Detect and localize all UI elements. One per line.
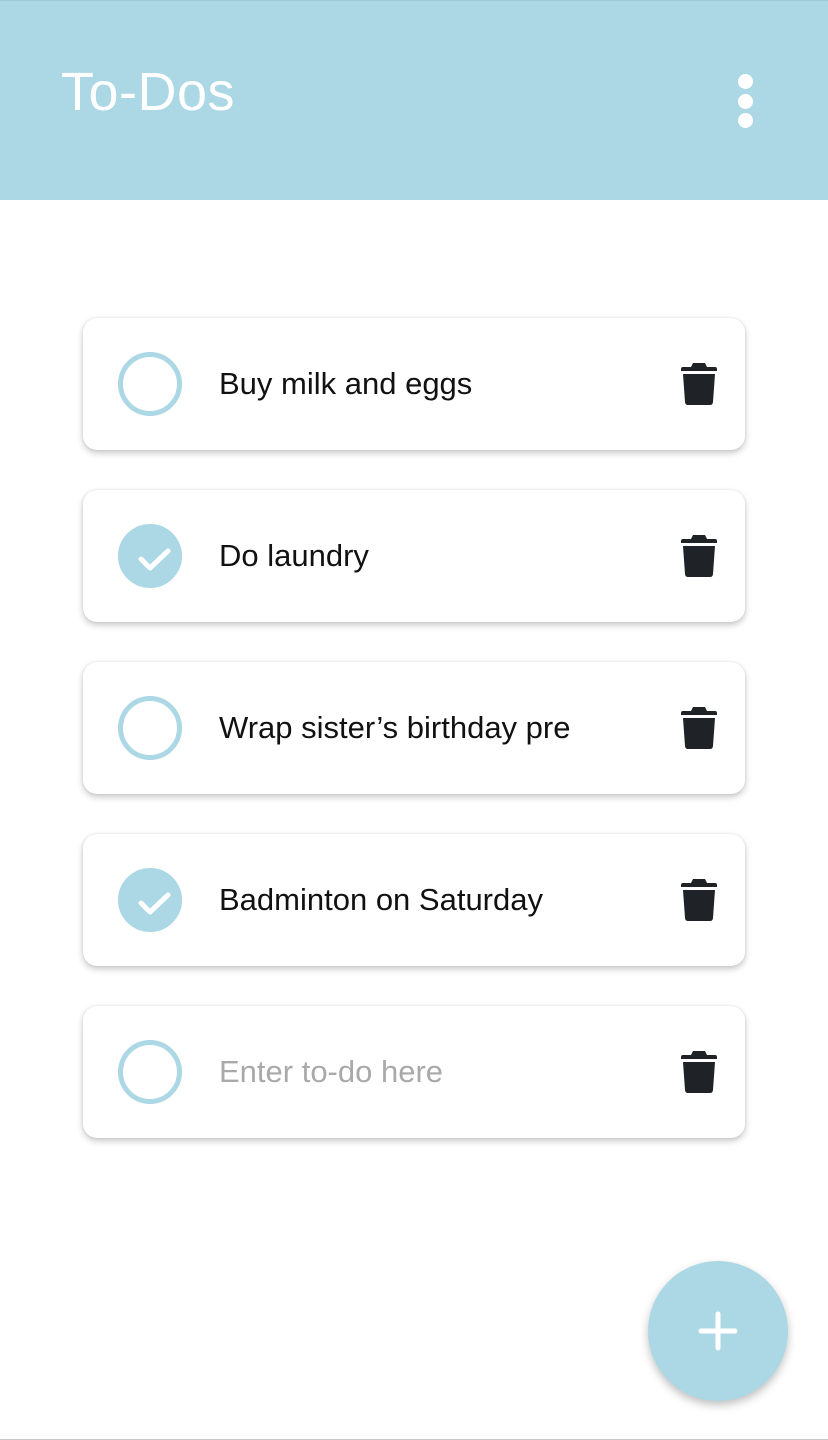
todo-item: Wrap sister’s birthday present [83,662,745,794]
delete-button[interactable] [681,878,717,922]
todo-checkbox[interactable] [118,352,182,416]
checkmark-icon [138,892,171,915]
todo-checkbox-checked[interactable] [118,868,182,932]
add-todo-button[interactable] [648,1261,788,1401]
trash-icon [681,535,717,577]
todo-item: Badminton on Saturday [83,834,745,966]
trash-icon [681,707,717,749]
delete-button[interactable] [681,362,717,406]
trash-icon [681,879,717,921]
plus-icon [698,1311,738,1351]
todo-text[interactable]: Buy milk and eggs [219,364,571,406]
new-todo-input[interactable] [219,1050,571,1094]
todo-checkbox-checked[interactable] [118,524,182,588]
delete-button[interactable] [681,534,717,578]
todo-text[interactable]: Wrap sister’s birthday present [219,708,571,750]
todo-list: Buy milk and eggs Do laundry Wrap sister… [0,0,828,1440]
todo-item: Buy milk and eggs [83,318,745,450]
new-todo-item [83,1006,745,1138]
todo-checkbox[interactable] [118,1040,182,1104]
trash-icon [681,363,717,405]
todo-text[interactable]: Do laundry [219,536,571,578]
checkmark-icon [138,548,171,571]
delete-button[interactable] [681,706,717,750]
todo-text[interactable]: Badminton on Saturday [219,880,571,922]
todo-checkbox[interactable] [118,696,182,760]
todo-item: Do laundry [83,490,745,622]
delete-button[interactable] [681,1050,717,1094]
trash-icon [681,1051,717,1093]
